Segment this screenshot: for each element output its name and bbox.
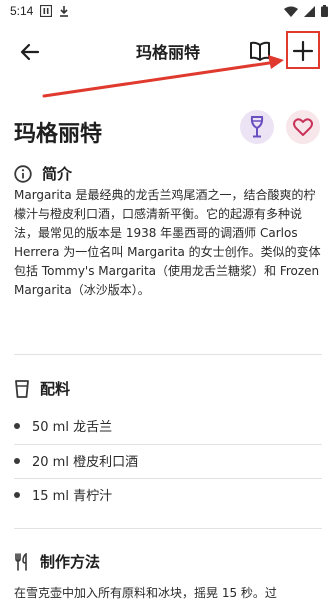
status-time: 5:14: [10, 4, 34, 18]
ingredient-item: 50 ml 龙舌兰: [14, 416, 112, 435]
drink-header: 玛格丽特: [0, 100, 336, 156]
notification-pause-icon: [40, 5, 52, 17]
intro-section-header: 简介: [14, 163, 72, 184]
intro-text: Margarita 是最经典的龙舌兰鸡尾酒之一，结合酸爽的柠檬汁与橙皮利口酒，口…: [14, 188, 321, 297]
method-title: 制作方法: [40, 553, 101, 571]
wine-glass-icon: [250, 116, 264, 138]
download-icon: [60, 6, 68, 17]
bullet: [14, 491, 20, 498]
divider: [14, 354, 322, 355]
divider: [14, 478, 322, 479]
favorite-button[interactable]: [286, 110, 320, 144]
glass-icon: [15, 379, 29, 398]
ingredient-item: 20 ml 橙皮利口酒: [14, 451, 138, 470]
divider: [14, 444, 322, 445]
divider: [14, 528, 322, 529]
bullet: [14, 422, 20, 429]
info-icon: [14, 164, 32, 183]
signal-icon: [304, 5, 315, 17]
utensils-icon: [15, 552, 27, 571]
status-bar: 5:14: [0, 0, 336, 24]
ingredient-text: 50 ml 龙舌兰: [32, 420, 113, 435]
ingredient-text: 15 ml 青柠汁: [32, 489, 113, 504]
ingredients-title: 配料: [40, 380, 71, 398]
heart-icon: [293, 118, 313, 136]
glass-type-button[interactable]: [240, 110, 274, 144]
drink-name: 玛格丽特: [14, 122, 103, 147]
wifi-icon: [284, 6, 298, 17]
intro-title: 简介: [42, 165, 73, 183]
ingredient-item: 15 ml 青柠汁: [14, 485, 112, 504]
ingredient-text: 20 ml 橙皮利口酒: [32, 455, 139, 470]
method-section-header: 制作方法: [14, 551, 100, 572]
ingredients-section-header: 配料: [14, 378, 70, 399]
method-text: 在雪克壶中加入所有原料和冰块，摇晃 15 秒。过: [14, 586, 277, 600]
battery-icon: [321, 5, 328, 17]
bullet: [14, 457, 20, 464]
